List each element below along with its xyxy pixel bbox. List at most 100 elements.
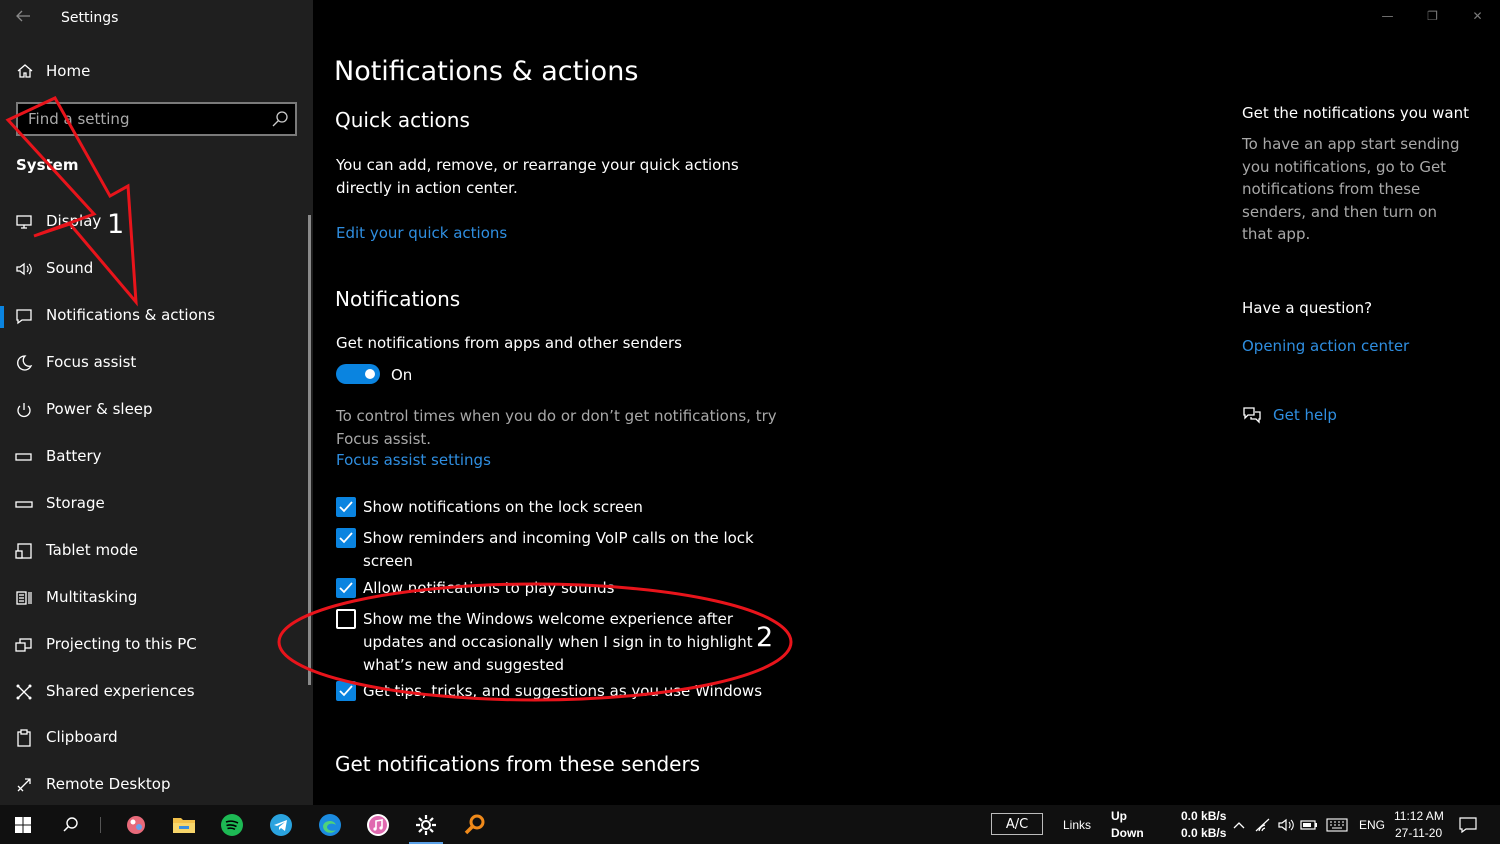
windows-start-icon[interactable] bbox=[6, 809, 40, 840]
sidebar-item-remote-desktop[interactable]: Remote Desktop bbox=[0, 765, 313, 805]
multitasking-icon bbox=[15, 589, 33, 607]
projector-icon bbox=[15, 636, 33, 654]
home-nav-item[interactable]: Home bbox=[0, 54, 313, 88]
speaker-icon bbox=[15, 260, 33, 278]
window-controls: — ❐ ✕ bbox=[1365, 0, 1500, 32]
search-box[interactable] bbox=[16, 102, 297, 136]
monitor-icon bbox=[15, 213, 33, 231]
search-icon[interactable] bbox=[271, 110, 289, 128]
search-icon[interactable] bbox=[54, 809, 88, 840]
spotify-icon[interactable] bbox=[215, 809, 249, 840]
checkbox[interactable] bbox=[336, 497, 356, 517]
links-toolbar[interactable]: Links bbox=[1063, 818, 1091, 832]
sidebar-item-multitasking[interactable]: Multitasking bbox=[0, 578, 313, 618]
focus-assist-settings-link[interactable]: Focus assist settings bbox=[336, 451, 491, 469]
quick-actions-desc-line1: You can add, remove, or rearrange your q… bbox=[336, 156, 739, 174]
sidebar-item-label: Shared experiences bbox=[46, 682, 195, 700]
checkbox-label: Get tips, tricks, and suggestions as you… bbox=[363, 682, 763, 700]
sidebar-item-label: Multitasking bbox=[46, 588, 138, 606]
sidebar-item-projecting[interactable]: Projecting to this PC bbox=[0, 625, 313, 665]
opening-action-center-link[interactable]: Opening action center bbox=[1242, 337, 1409, 355]
notifications-toggle[interactable] bbox=[336, 364, 380, 384]
senders-heading: Get notifications from these senders bbox=[335, 752, 701, 776]
chevron-up-icon[interactable] bbox=[1230, 809, 1248, 840]
itunes-icon[interactable] bbox=[361, 809, 395, 840]
taskbar-separator bbox=[100, 817, 101, 833]
sidebar-scrollbar[interactable] bbox=[308, 215, 311, 685]
edit-quick-actions-link[interactable]: Edit your quick actions bbox=[336, 224, 507, 242]
telegram-icon[interactable] bbox=[264, 809, 298, 840]
title-bar: Settings bbox=[0, 0, 313, 38]
checkbox[interactable] bbox=[336, 578, 356, 598]
annotation-number-2: 2 bbox=[756, 622, 774, 653]
toggle-state-label: On bbox=[391, 366, 413, 384]
app-title: Settings bbox=[61, 10, 119, 26]
edge-browser-icon[interactable] bbox=[313, 809, 347, 840]
sidebar-item-battery[interactable]: Battery bbox=[0, 437, 313, 477]
sidebar-item-label: Tablet mode bbox=[46, 541, 138, 559]
search-input[interactable] bbox=[28, 108, 268, 130]
close-button[interactable]: ✕ bbox=[1455, 0, 1500, 32]
sidebar-item-label: Sound bbox=[46, 259, 94, 277]
battery-icon bbox=[15, 448, 33, 466]
volume-icon[interactable] bbox=[1276, 809, 1296, 840]
back-arrow-icon[interactable] bbox=[14, 7, 34, 27]
get-help-link[interactable]: Get help bbox=[1273, 406, 1337, 424]
sidebar-item-storage[interactable]: Storage bbox=[0, 484, 313, 524]
wifi-icon[interactable] bbox=[1253, 809, 1273, 840]
sidebar-item-display[interactable]: Display bbox=[0, 202, 313, 242]
battery-icon[interactable] bbox=[1299, 809, 1319, 840]
quick-actions-heading: Quick actions bbox=[335, 108, 470, 132]
right-desc: To have an app start sending you notific… bbox=[1242, 135, 1460, 243]
clock-date[interactable]: 27-11-20 bbox=[1395, 826, 1442, 840]
minimize-button[interactable]: — bbox=[1365, 0, 1410, 32]
file-explorer-icon[interactable] bbox=[167, 809, 201, 840]
remote-icon bbox=[15, 776, 33, 794]
annotation-number-1: 1 bbox=[107, 209, 125, 240]
settings-gear-icon[interactable] bbox=[409, 809, 443, 844]
sidebar-item-shared-experiences[interactable]: Shared experiences bbox=[0, 672, 313, 712]
maximize-button[interactable]: ❐ bbox=[1410, 0, 1455, 32]
toggle-label: Get notifications from apps and other se… bbox=[336, 334, 682, 352]
sidebar-item-label: Clipboard bbox=[46, 728, 118, 746]
ac-power-indicator[interactable]: A/C bbox=[991, 813, 1043, 835]
toggle-knob bbox=[365, 369, 375, 379]
notifications-heading: Notifications bbox=[335, 287, 461, 311]
home-icon bbox=[16, 62, 34, 80]
power-icon bbox=[15, 401, 33, 419]
sidebar-item-clipboard[interactable]: Clipboard bbox=[0, 718, 313, 758]
page-title: Notifications & actions bbox=[334, 56, 639, 87]
sidebar-item-label: Power & sleep bbox=[46, 400, 153, 418]
sidebar-item-tablet-mode[interactable]: Tablet mode bbox=[0, 531, 313, 571]
sidebar-item-label: Battery bbox=[46, 447, 102, 465]
right-heading-question: Have a question? bbox=[1242, 299, 1373, 317]
shared-icon bbox=[15, 683, 33, 701]
input-language[interactable]: ENG bbox=[1359, 818, 1385, 832]
clipboard-icon bbox=[15, 729, 33, 747]
right-heading-notifications: Get the notifications you want bbox=[1242, 104, 1469, 122]
notification-icon bbox=[15, 307, 33, 325]
tablet-icon bbox=[15, 542, 33, 560]
keyboard-icon[interactable] bbox=[1324, 809, 1350, 840]
sidebar-item-notifications[interactable]: Notifications & actions bbox=[0, 296, 313, 336]
clock-time[interactable]: 11:12 AM bbox=[1394, 809, 1444, 823]
checkbox-label: Show reminders and incoming VoIP calls o… bbox=[363, 529, 754, 570]
checkbox[interactable] bbox=[336, 609, 356, 629]
sidebar-item-label: Focus assist bbox=[46, 353, 137, 371]
action-center-icon[interactable] bbox=[1453, 809, 1483, 840]
sidebar-item-label: Display bbox=[46, 212, 102, 230]
help-chat-icon bbox=[1242, 406, 1262, 428]
focus-assist-hint-line1: To control times when you do or don’t ge… bbox=[336, 407, 777, 425]
paint-app-icon[interactable] bbox=[119, 809, 153, 840]
sidebar-item-power-sleep[interactable]: Power & sleep bbox=[0, 390, 313, 430]
main-content: — ❐ ✕ Notifications & actions Quick acti… bbox=[313, 0, 1500, 805]
section-label-system: System bbox=[16, 156, 79, 174]
sidebar-item-sound[interactable]: Sound bbox=[0, 249, 313, 289]
sidebar-item-focus-assist[interactable]: Focus assist bbox=[0, 343, 313, 383]
checkbox[interactable] bbox=[336, 681, 356, 701]
checkbox-label: Allow notifications to play sounds bbox=[363, 579, 615, 597]
focus-assist-hint-line2: Focus assist. bbox=[336, 430, 432, 448]
search-app-icon[interactable] bbox=[458, 809, 492, 840]
checkbox[interactable] bbox=[336, 528, 356, 548]
sidebar: Settings Home System Display Sound Notif… bbox=[0, 0, 313, 805]
